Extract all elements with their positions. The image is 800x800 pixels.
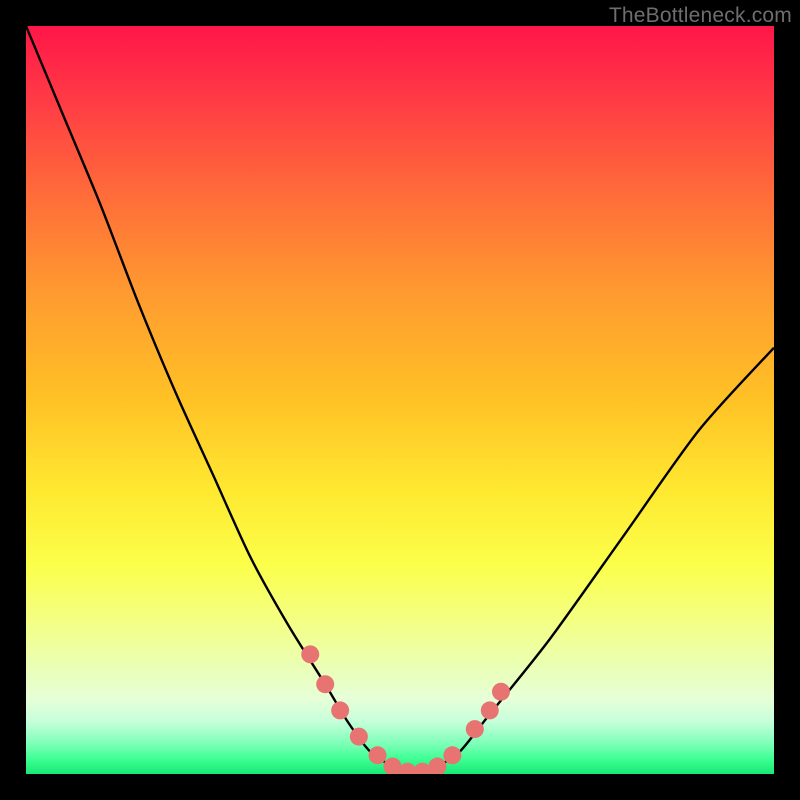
watermark-text: TheBottleneck.com bbox=[609, 4, 792, 28]
curve-marker bbox=[492, 683, 510, 701]
curve-marker bbox=[316, 675, 334, 693]
chart-svg bbox=[26, 26, 774, 774]
chart-plot-area bbox=[26, 26, 774, 774]
curve-marker bbox=[369, 746, 387, 764]
curve-marker bbox=[466, 720, 484, 738]
curve-marker bbox=[331, 701, 349, 719]
curve-marker bbox=[301, 645, 319, 663]
curve-marker bbox=[428, 758, 446, 776]
marker-group bbox=[301, 645, 510, 780]
curve-marker bbox=[481, 701, 499, 719]
curve-marker bbox=[350, 728, 368, 746]
curve-marker bbox=[443, 746, 461, 764]
bottleneck-curve bbox=[26, 26, 774, 775]
